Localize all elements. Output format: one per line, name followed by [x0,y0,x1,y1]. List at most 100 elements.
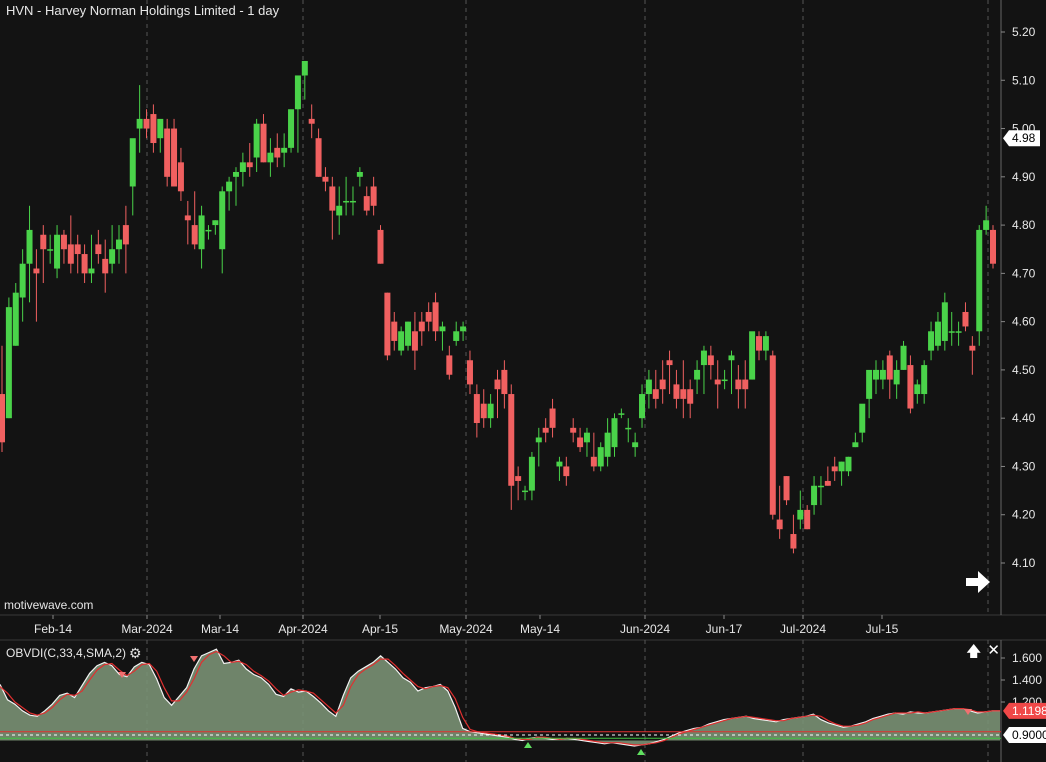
candle-body [611,418,618,448]
candle [267,138,274,177]
candle [446,345,453,380]
price-tick-label: 4.60 [1012,315,1036,329]
candle [363,186,370,216]
candle-body [171,128,178,187]
candle [528,451,535,501]
candle [343,176,350,216]
candle-body [811,485,818,506]
indicator-tick-label: 1.400 [1012,673,1042,687]
price-tick-label: 4.90 [1012,170,1036,184]
candle-body [12,292,19,346]
candle-body [308,118,315,124]
candle [666,350,673,395]
candle [5,297,12,419]
candle [563,456,570,486]
candle [783,476,790,506]
candle [742,360,749,409]
signal-marker [190,656,198,662]
candle-body [687,389,694,404]
candle [453,321,460,346]
candle-body [494,379,501,390]
x-tick-label: Mar-14 [201,622,239,636]
candle-body [398,331,405,351]
candle-body [879,369,886,380]
candle [480,389,487,428]
candle [494,369,501,419]
gear-icon[interactable]: ⚙ [129,646,142,660]
candle [205,225,212,240]
candle-body [439,326,446,332]
candle-body [673,384,680,399]
candle [817,476,824,506]
candle [473,384,480,438]
candle-body [432,302,439,332]
candle [384,292,391,361]
candle-body [535,437,542,443]
chart-window: 4.10 4.20 4.30 4.40 4.50 4.60 4.70 4.80 4.90 5.00… [0,0,1046,762]
candle-body [26,229,33,264]
candle [246,143,253,177]
up-arrow-icon[interactable]: 🡅 [966,641,981,666]
price-tick-label: 4.50 [1012,363,1036,377]
candle [115,225,122,264]
candle [845,456,852,477]
candle [570,418,577,443]
candle [391,311,398,351]
candle [54,225,61,279]
right-arrow-icon[interactable] [966,571,990,593]
candle-body [301,60,308,76]
x-tick-label: May-2024 [439,622,493,636]
candle-body [122,225,129,245]
current-value-text: 1.1198 [1012,704,1046,718]
candle-body [184,215,191,221]
candle-body [597,447,604,467]
candle-body [976,229,983,332]
candle-body [294,75,301,110]
candle-body [735,379,742,390]
candle-body [948,331,955,333]
chart-canvas[interactable]: 4.104.204.304.404.504.604.704.804.905.00… [0,0,1046,762]
candle [439,321,446,351]
candle-body [783,476,790,501]
candle-body [542,427,549,433]
candle [831,456,838,481]
candle-body [460,326,467,332]
candle [164,118,171,187]
candle-body [934,321,941,346]
candle-body [824,480,831,486]
candle [721,369,728,390]
candle-body [618,413,625,415]
watermark: motivewave.com [4,598,94,612]
close-icon[interactable]: ✕ [987,641,1000,666]
candle [515,466,522,501]
candle-body [797,509,804,520]
candle [177,147,184,201]
candle-body [33,268,40,274]
x-tick-label: Jul-2024 [780,622,826,636]
candle [336,186,343,235]
candle [356,167,363,187]
candle [239,152,246,187]
candle [191,191,198,250]
candle-body [590,456,597,467]
candle [632,432,639,457]
candle [67,215,74,274]
candle-body [67,244,74,264]
candle [143,109,150,139]
candle [556,456,563,481]
candle-body [604,432,611,457]
candle-body [515,476,522,481]
candle [756,331,763,361]
candle [990,225,996,269]
x-tick-label: Jun-17 [706,622,743,636]
candle [597,442,604,472]
candle-body [0,394,5,443]
candle [418,311,425,346]
indicator-controls: 🡅 ✕ [966,641,1000,666]
candle [790,514,797,554]
candle-body [583,432,590,443]
candle [288,109,295,153]
candle [934,311,941,351]
candle [948,311,955,346]
signal-marker [524,742,532,748]
